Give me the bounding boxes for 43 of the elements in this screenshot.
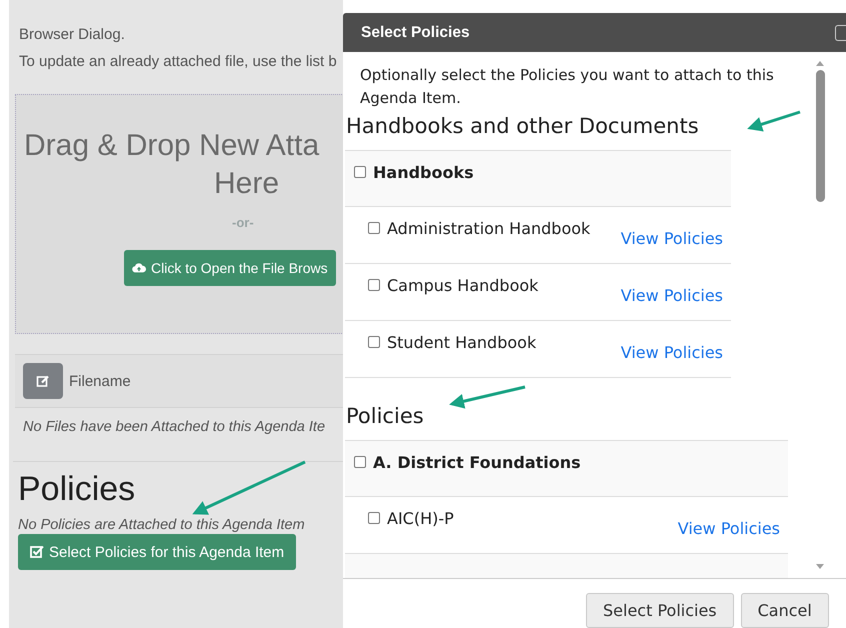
section-heading: Policies [346,404,424,428]
item-label: Campus Handbook [387,276,538,295]
empty-message: No Policies are Attached to this Agenda Item [18,517,306,533]
intro-text: Optionally select the Policies you want to attach to this Agenda Item. [360,65,775,109]
close-icon[interactable] [835,24,846,40]
edit-button[interactable] [23,363,63,399]
checkbox[interactable] [354,166,366,178]
view-policies-link[interactable]: View Policies [620,229,723,248]
separator-text: -or- [232,215,255,230]
dialog-button[interactable]: Select Policies [586,593,734,628]
select-policies-button[interactable]: Select Policies for this Agenda Item [18,534,296,570]
cloud-upload-icon [132,261,146,275]
group-label: A. District Foundations [373,453,581,472]
section-heading: Policies [18,470,136,509]
edit-icon [36,374,50,388]
checkbox[interactable] [368,512,380,524]
item-label: AIC(H)-P [387,509,454,528]
item-label: Student Handbook [387,333,536,352]
intro-text: Browser Dialog. [19,26,126,43]
scroll-up-icon[interactable] [815,60,825,66]
checkbox[interactable] [368,279,380,291]
scrollbar-thumb[interactable] [816,70,824,202]
intro-text: To update an already attached file, use the list b [19,53,338,70]
annotation-arrow [747,110,800,132]
drop-zone[interactable]: Drag & Drop New Atta Here -or- Click to Open the File Brows [15,94,343,334]
dialog-title: Select Policies [361,24,470,42]
checkbox-icon [30,545,44,559]
checkbox[interactable] [368,336,380,348]
column-header: Filename [69,372,131,390]
dialog-button[interactable]: Cancel [740,593,829,628]
checkbox[interactable] [368,222,380,234]
scroll-down-icon[interactable] [815,564,825,570]
empty-message: No Files have been Attached to this Agenda Ite [23,419,326,437]
view-policies-link[interactable]: View Policies [678,519,780,538]
view-policies-link[interactable]: View Policies [620,343,723,362]
drop-zone-title: Here [214,167,280,201]
drop-zone-title: Drag & Drop New Atta [24,129,320,163]
group-label: Handbooks [373,163,474,182]
open-file-browser-button[interactable]: Click to Open the File Brows [124,250,336,286]
item-label: Administration Handbook [387,219,590,238]
section-heading: Handbooks and other Documents [346,114,699,138]
checkbox[interactable] [354,456,366,468]
view-policies-link[interactable]: View Policies [620,286,723,305]
